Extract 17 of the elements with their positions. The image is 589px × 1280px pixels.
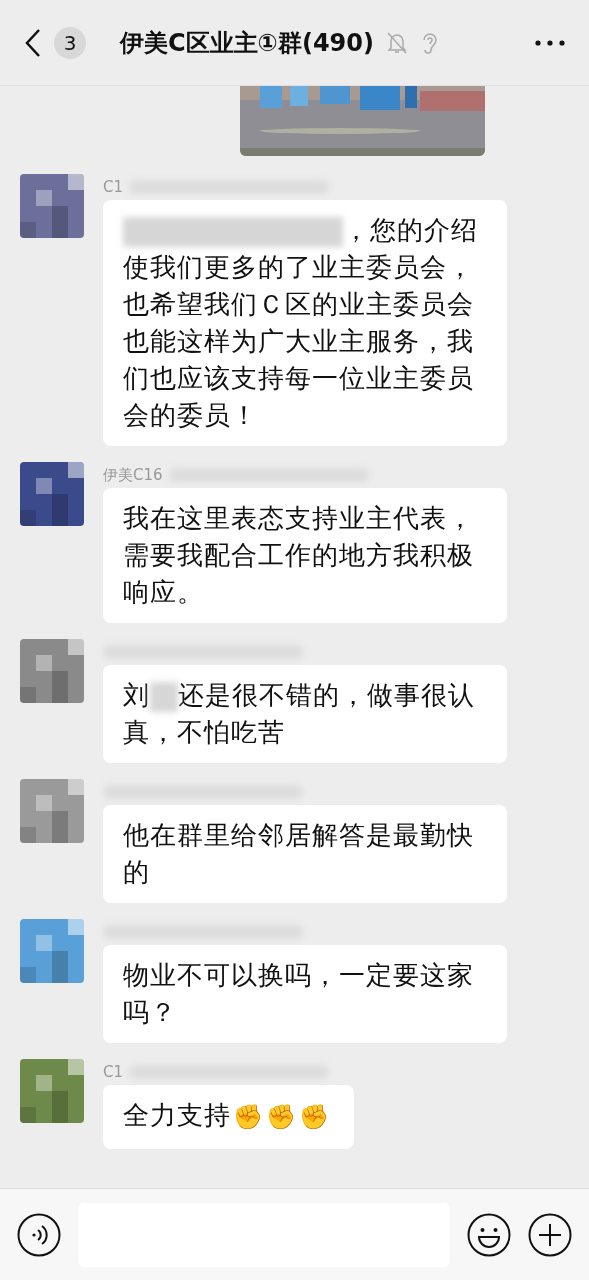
message-bubble: 他在群里给邻居解答是最勤快的 <box>103 805 507 903</box>
chat-title: 伊美C区业主①群(490) <box>120 27 374 59</box>
message-bubble: 物业不可以换吗，一定要这家吗？ <box>103 945 507 1043</box>
message-bubble: 我在这里表态支持业主代表，需要我配合工作的地方我积极响应。 <box>103 488 507 623</box>
redaction-blur <box>150 681 178 712</box>
back-icon[interactable] <box>24 27 42 58</box>
voice-icon[interactable] <box>17 1212 61 1257</box>
emoji-icon[interactable] <box>467 1212 511 1257</box>
message-bubble: ，您的介绍使我们更多的了业主委员会，也希望我们Ｃ区的业主委员会也能这样为广大业主服务，我们也应该支持每一位业主委员会的委员！ <box>103 200 507 446</box>
sender-name: C1 <box>103 1061 124 1083</box>
message-bubble: 刘 还是很不错的，做事很认真，不怕吃苦 <box>103 665 507 763</box>
plus-icon[interactable] <box>528 1212 572 1257</box>
unread-badge: 3 <box>54 26 86 59</box>
sender-name: 伊美C16 <box>103 464 163 486</box>
more-icon[interactable] <box>535 39 565 46</box>
sender-name: C1 <box>103 176 124 198</box>
message-bubble: 全力支持✊✊✊ <box>103 1085 354 1149</box>
